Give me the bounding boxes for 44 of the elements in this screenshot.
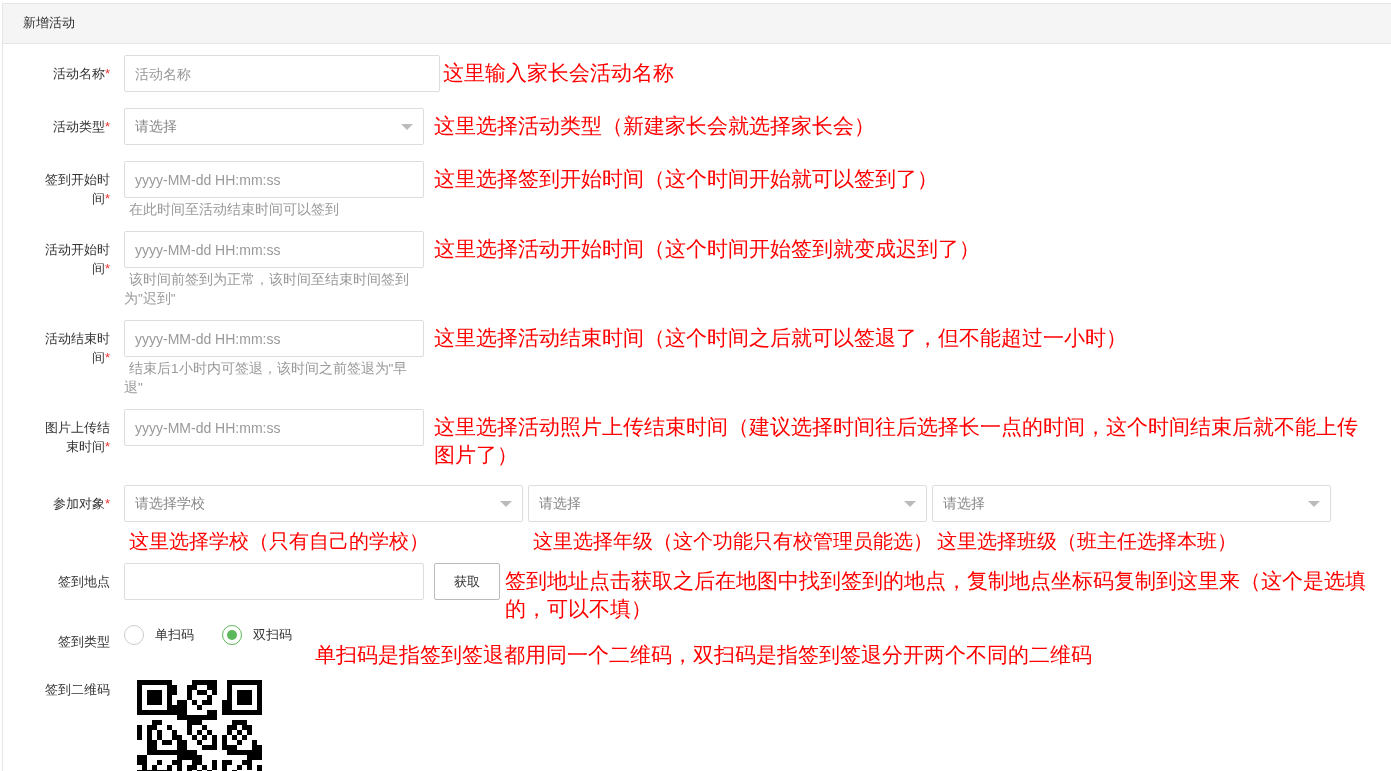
input-field[interactable]: yyyy-MM-dd HH:mm:ss xyxy=(124,161,424,198)
radio-button[interactable] xyxy=(124,625,144,645)
select-field[interactable]: 请选择学校 xyxy=(124,485,523,522)
annotation-text: 单扫码是指签到签退都用同一个二维码，双扫码是指签到签退分开两个不同的二维码 xyxy=(315,642,1092,668)
help-text: 结束后1小时内可签退，该时间之前签退为"早退" xyxy=(124,360,409,397)
radio-label: 单扫码 xyxy=(155,626,194,645)
caret-icon xyxy=(500,500,512,507)
annotation-text: 这里选择活动结束时间（这个时间之后就可以签退了，但不能超过一小时） xyxy=(434,325,1128,351)
caret-icon xyxy=(1308,500,1320,507)
field-label: 活动开始时间* xyxy=(44,241,110,278)
field-label: 签到二维码 xyxy=(44,681,110,699)
input-field[interactable]: 活动名称 xyxy=(124,55,440,92)
input-field[interactable]: yyyy-MM-dd HH:mm:ss xyxy=(124,231,424,268)
input-field[interactable] xyxy=(124,563,424,600)
caret-icon xyxy=(904,500,916,507)
annotation-text: 这里选择签到开始时间（这个时间开始就可以签到了） xyxy=(434,166,939,192)
select-field[interactable]: 请选择 xyxy=(124,108,424,145)
fetch-button[interactable]: 获取 xyxy=(434,563,500,600)
panel-title: 新增活动 xyxy=(3,4,1391,44)
input-field[interactable]: yyyy-MM-dd HH:mm:ss xyxy=(124,320,424,357)
field-label: 参加对象* xyxy=(51,495,110,513)
field-label: 签到开始时间* xyxy=(44,171,110,208)
annotation-text: 这里选择活动开始时间（这个时间开始签到就变成迟到了） xyxy=(434,236,981,262)
field-label: 签到地点 xyxy=(57,573,110,591)
radio-button[interactable] xyxy=(222,625,242,645)
annotation-text: 这里选择活动类型（新建家长会就选择家长会） xyxy=(434,113,876,139)
annotation-text: 这里选择年级（这个功能只有校管理员能选） xyxy=(532,529,927,554)
field-label: 活动名称* xyxy=(51,65,110,83)
field-label: 签到类型 xyxy=(57,633,110,651)
field-label: 图片上传结束时间* xyxy=(44,419,110,456)
select-field[interactable]: 请选择 xyxy=(528,485,927,522)
help-text: 在此时间至活动结束时间可以签到 xyxy=(128,201,340,219)
input-field[interactable]: yyyy-MM-dd HH:mm:ss xyxy=(124,409,424,446)
select-field[interactable]: 请选择 xyxy=(932,485,1331,522)
annotation-text: 这里输入家长会活动名称 xyxy=(443,60,675,86)
field-label: 活动结束时间* xyxy=(44,330,110,367)
field-label: 活动类型* xyxy=(51,118,110,136)
annotation-text: 这里选择学校（只有自己的学校） xyxy=(128,529,430,554)
radio-label: 双扫码 xyxy=(253,626,292,645)
caret-icon xyxy=(401,123,413,130)
help-text: 该时间前签到为正常，该时间至结束时间签到为"迟到" xyxy=(124,271,410,308)
annotation-text: 这里选择活动照片上传结束时间（建议选择时间往后选择长一点的时间，这个时间结束后就不能上传图片了） xyxy=(434,414,1359,468)
annotation-text: 这里选择班级（班主任选择本班） xyxy=(936,529,1238,554)
annotation-text: 签到地址点击获取之后在地图中找到签到的地点，复制地点坐标码复制到这里来（这个是选填的，可以不填） xyxy=(505,568,1367,622)
